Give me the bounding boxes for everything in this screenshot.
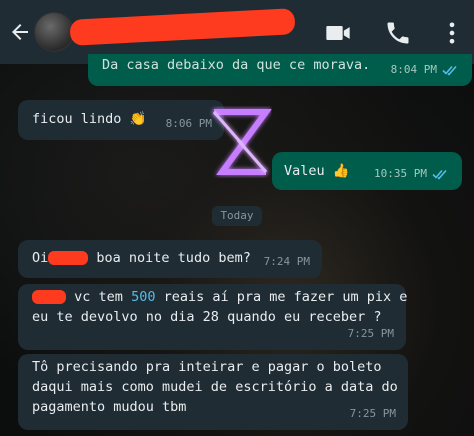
message-outgoing[interactable]: Valeu 👍 10:35 PM	[272, 152, 462, 190]
phone-number-link[interactable]: 500	[131, 289, 155, 305]
message-outgoing[interactable]: Da casa debaixo da que ce morava. 8:04 P…	[88, 54, 472, 86]
message-time: 7:24 PM	[263, 255, 310, 268]
message-meta: 10:35 PM	[374, 163, 450, 185]
message-line: pagamento mudou tbm	[32, 399, 187, 415]
redacted-name	[32, 290, 66, 304]
message-line: daqui mais como mudei de escritório a da…	[32, 379, 398, 395]
phone-icon[interactable]	[384, 19, 412, 47]
message-meta: 8:04 PM	[391, 59, 460, 81]
message-meta: 8:06 PM	[166, 113, 212, 135]
read-ticks-icon	[442, 65, 457, 76]
message-text: reais aí pra me fazer um pix e	[163, 289, 408, 305]
message-time: 7:25 PM	[349, 407, 396, 420]
message-text: Oi boa noite tudo bem?	[32, 247, 251, 269]
contact-name-redacted[interactable]	[69, 8, 296, 46]
back-arrow-icon[interactable]	[8, 20, 32, 44]
message-meta: 7:24 PM	[264, 251, 310, 273]
message-time: 8:04 PM	[390, 63, 437, 76]
avatar[interactable]	[34, 12, 74, 52]
video-call-icon[interactable]	[324, 19, 352, 47]
message-text-start: Oi	[32, 250, 49, 266]
message-line: eu te devolvo no dia 28 quando eu recebe…	[32, 309, 382, 325]
message-list[interactable]: Da casa debaixo da que ce morava. 8:04 P…	[0, 54, 474, 436]
message-incoming[interactable]: vc tem 500 reais aí pra me fazer um pix …	[18, 284, 407, 350]
message-text-end: boa noite tudo bem?	[96, 250, 251, 266]
message-line: vc tem 500 reais aí pra me fazer um pix …	[32, 286, 407, 308]
message-text: vc tem	[74, 289, 123, 305]
read-ticks-icon	[432, 169, 447, 180]
message-time: 10:35 PM	[374, 167, 427, 180]
message-time: 8:06 PM	[165, 117, 212, 130]
message-incoming[interactable]: Tô precisando pra inteirar e pagar o bol…	[18, 354, 408, 430]
redacted-name	[48, 251, 89, 265]
message-text: ficou lindo 👏	[32, 111, 147, 127]
more-vertical-icon[interactable]	[438, 19, 466, 47]
message-line: Tô precisando pra inteirar e pagar o bol…	[32, 359, 382, 375]
wallpaper-logo-icon	[212, 109, 272, 175]
message-incoming[interactable]: Oi boa noite tudo bem? 7:24 PM	[18, 240, 322, 278]
message-text: Da casa debaixo da que ce morava.	[102, 57, 371, 73]
message-meta: 7:25 PM	[350, 403, 396, 425]
message-time: 7:25 PM	[347, 327, 394, 340]
message-text: Valeu 👍	[284, 163, 350, 179]
message-meta: 7:25 PM	[348, 323, 394, 345]
date-separator: Today	[212, 206, 262, 226]
message-incoming[interactable]: ficou lindo 👏 8:06 PM	[18, 100, 224, 140]
